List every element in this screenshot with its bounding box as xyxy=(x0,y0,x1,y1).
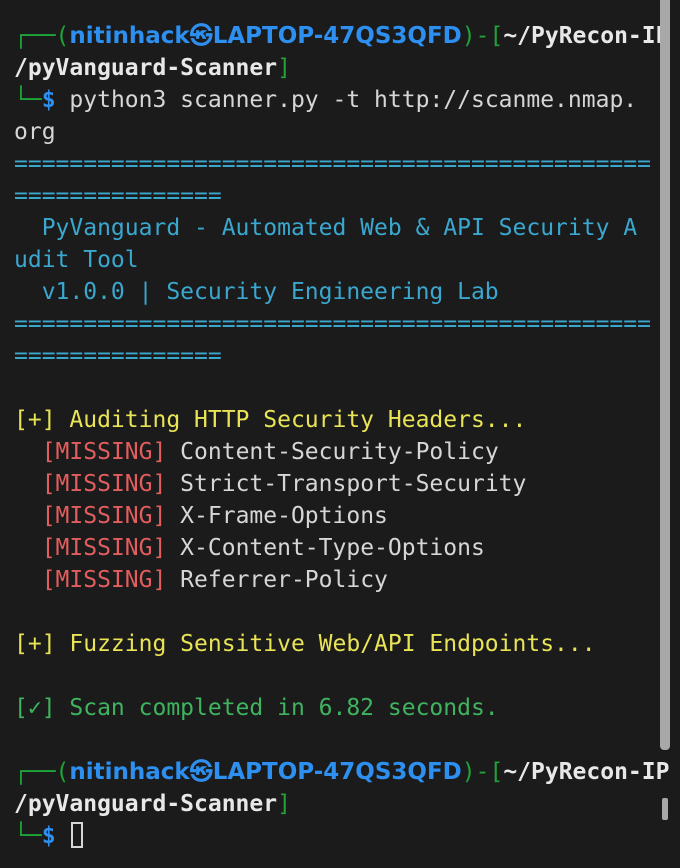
prompt-user-host: nitinhack㉿LAPTOP-47QS3QFD xyxy=(69,23,462,49)
header-result-row: [MISSING] X-Content-Type-Options xyxy=(14,532,485,564)
terminal-window[interactable]: ┌──(nitinhack㉿LAPTOP-47QS3QFD)-[~/PyReco… xyxy=(0,0,680,868)
header-result-row: [MISSING] Referrer-Policy xyxy=(14,564,388,596)
banner-rule-top: ========================================… xyxy=(14,151,651,177)
banner-version: v1.0.0 | Security Engineering Lab xyxy=(14,279,499,305)
banner-rule-bottom-wrap: =============== xyxy=(14,343,222,369)
header-name: Content-Security-Policy xyxy=(166,439,499,465)
banner-title: PyVanguard - Automated Web & API Securit… xyxy=(14,215,638,241)
banner-rule-top-wrap: =============== xyxy=(14,183,222,209)
prompt-frame-top: ┌──( xyxy=(14,23,70,49)
prompt-line-path-wrap: /pyVanguard-Scanner] xyxy=(14,788,291,820)
banner-rule-bottom: ========================================… xyxy=(14,311,651,337)
header-result-row: [MISSING] Strict-Transport-Security xyxy=(14,468,527,500)
prompt-frame-top: ┌──( xyxy=(14,759,70,785)
prompt-path-wrap: /pyVanguard-Scanner xyxy=(14,791,278,817)
command-line-wrap: org xyxy=(14,116,56,148)
prompt-frame-close: ] xyxy=(277,55,291,81)
command-line: └─$ python3 scanner.py -t http://scanme.… xyxy=(14,84,637,116)
command-text: python3 scanner.py -t http://scanme.nmap… xyxy=(55,87,638,113)
prompt-frame-mid: )-[ xyxy=(461,759,504,785)
missing-tag: [MISSING] xyxy=(41,567,167,593)
scrollbar-track[interactable] xyxy=(660,0,670,750)
header-name: Referrer-Policy xyxy=(166,567,388,593)
banner-title-wrap: udit Tool xyxy=(14,247,139,273)
prompt-line-top: ┌──(nitinhack㉿LAPTOP-47QS3QFD)-[~/PyReco… xyxy=(14,20,669,52)
scan-complete-message: [✓] Scan completed in 6.82 seconds. xyxy=(14,695,499,721)
command-text-wrap: org xyxy=(14,119,56,145)
prompt-dollar: $ xyxy=(41,823,56,849)
missing-tag: [MISSING] xyxy=(41,535,167,561)
scrollbar-thumb[interactable] xyxy=(662,798,668,820)
prompt-frame-bottom: └─ xyxy=(14,87,42,113)
prompt-frame-mid: )-[ xyxy=(461,23,504,49)
header-result-row: [MISSING] Content-Security-Policy xyxy=(14,436,499,468)
header-name: X-Content-Type-Options xyxy=(166,535,485,561)
prompt-frame-bottom: └─ xyxy=(14,823,42,849)
prompt-frame-close: ] xyxy=(277,791,291,817)
missing-tag: [MISSING] xyxy=(41,503,167,529)
missing-tag: [MISSING] xyxy=(41,471,167,497)
prompt-path-wrap: /pyVanguard-Scanner xyxy=(14,55,278,81)
input-line[interactable]: └─$ xyxy=(14,820,84,852)
text-cursor[interactable] xyxy=(71,822,84,848)
header-name: Strict-Transport-Security xyxy=(166,471,527,497)
prompt-path: ~/PyRecon-IP xyxy=(503,23,670,49)
missing-tag: [MISSING] xyxy=(41,439,167,465)
header-result-row: [MISSING] X-Frame-Options xyxy=(14,500,388,532)
prompt-user-host: nitinhack㉿LAPTOP-47QS3QFD xyxy=(69,759,462,785)
prompt-path: ~/PyRecon-IP xyxy=(503,759,670,785)
prompt-dollar: $ xyxy=(41,87,56,113)
prompt-line-top: ┌──(nitinhack㉿LAPTOP-47QS3QFD)-[~/PyReco… xyxy=(14,756,669,788)
fuzz-heading: [+] Fuzzing Sensitive Web/API Endpoints.… xyxy=(14,631,596,657)
prompt-line-path-wrap: /pyVanguard-Scanner] xyxy=(14,52,291,84)
header-name: X-Frame-Options xyxy=(166,503,388,529)
headers-heading: [+] Auditing HTTP Security Headers... xyxy=(14,407,527,433)
